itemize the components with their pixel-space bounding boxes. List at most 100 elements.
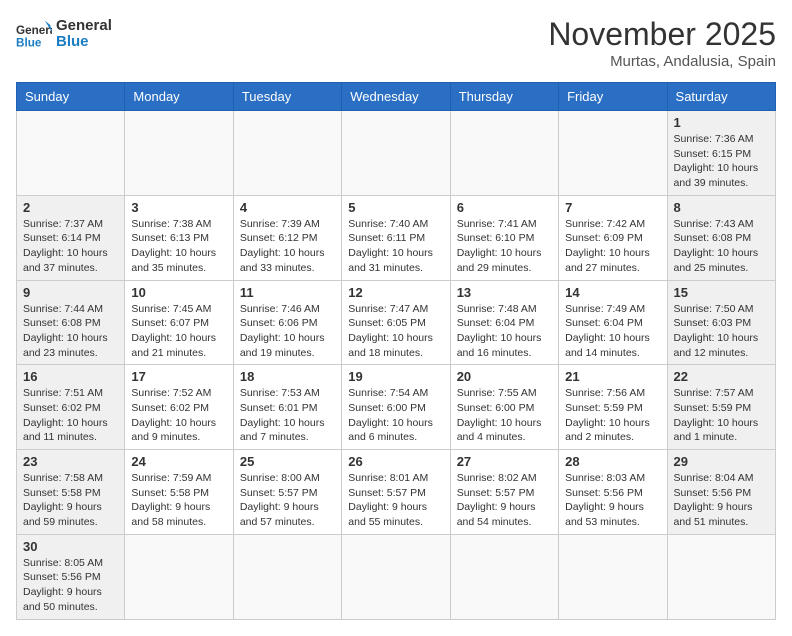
day-number: 18 bbox=[240, 369, 335, 384]
day-number: 10 bbox=[131, 285, 226, 300]
week-row-3: 9 Sunrise: 7:44 AM Sunset: 6:08 PM Daylig… bbox=[17, 280, 776, 365]
day-info: Sunrise: 7:38 AM Sunset: 6:13 PM Dayligh… bbox=[131, 217, 226, 276]
day-cell: 5 Sunrise: 7:40 AM Sunset: 6:11 PM Daylig… bbox=[342, 195, 450, 280]
weekday-header-tuesday: Tuesday bbox=[233, 83, 341, 111]
day-cell: 29 Sunrise: 8:04 AM Sunset: 5:56 PM Dayli… bbox=[667, 450, 775, 535]
day-number: 20 bbox=[457, 369, 552, 384]
day-number: 4 bbox=[240, 200, 335, 215]
day-info: Sunrise: 8:04 AM Sunset: 5:56 PM Dayligh… bbox=[674, 471, 769, 530]
day-cell: 26 Sunrise: 8:01 AM Sunset: 5:57 PM Dayli… bbox=[342, 450, 450, 535]
day-cell: 20Sunrise: 7:55 AM Sunset: 6:00 PM Dayli… bbox=[450, 365, 558, 450]
day-info: Sunrise: 7:48 AM Sunset: 6:04 PM Dayligh… bbox=[457, 302, 552, 361]
day-cell: 24 Sunrise: 7:59 AM Sunset: 5:58 PM Dayli… bbox=[125, 450, 233, 535]
week-row-2: 2 Sunrise: 7:37 AM Sunset: 6:14 PM Daylig… bbox=[17, 195, 776, 280]
day-info: Sunrise: 8:01 AM Sunset: 5:57 PM Dayligh… bbox=[348, 471, 443, 530]
day-number: 7 bbox=[565, 200, 660, 215]
day-info: Sunrise: 7:49 AM Sunset: 6:04 PM Dayligh… bbox=[565, 302, 660, 361]
week-row-1: 1 Sunrise: 7:36 AM Sunset: 6:15 PM Daylig… bbox=[17, 111, 776, 196]
day-info: Sunrise: 7:52 AM Sunset: 6:02 PM Dayligh… bbox=[131, 386, 226, 445]
day-number: 14 bbox=[565, 285, 660, 300]
logo-general-text: General bbox=[56, 18, 112, 35]
logo-blue-text: Blue bbox=[56, 34, 112, 51]
svg-text:Blue: Blue bbox=[16, 37, 42, 50]
weekday-header-thursday: Thursday bbox=[450, 83, 558, 111]
day-cell bbox=[233, 111, 341, 196]
week-row-4: 16Sunrise: 7:51 AM Sunset: 6:02 PM Dayli… bbox=[17, 365, 776, 450]
day-number: 12 bbox=[348, 285, 443, 300]
day-info: Sunrise: 7:53 AM Sunset: 6:01 PM Dayligh… bbox=[240, 386, 335, 445]
day-number: 17 bbox=[131, 369, 226, 384]
day-number: 26 bbox=[348, 454, 443, 469]
weekday-header-monday: Monday bbox=[125, 83, 233, 111]
day-info: Sunrise: 7:50 AM Sunset: 6:03 PM Dayligh… bbox=[674, 302, 769, 361]
weekday-header-sunday: Sunday bbox=[17, 83, 125, 111]
day-cell bbox=[125, 111, 233, 196]
day-info: Sunrise: 7:37 AM Sunset: 6:14 PM Dayligh… bbox=[23, 217, 118, 276]
day-number: 27 bbox=[457, 454, 552, 469]
day-cell: 16Sunrise: 7:51 AM Sunset: 6:02 PM Dayli… bbox=[17, 365, 125, 450]
day-number: 22 bbox=[674, 369, 769, 384]
day-cell: 6Sunrise: 7:41 AM Sunset: 6:10 PM Daylig… bbox=[450, 195, 558, 280]
day-cell bbox=[342, 534, 450, 619]
day-cell: 2 Sunrise: 7:37 AM Sunset: 6:14 PM Daylig… bbox=[17, 195, 125, 280]
day-cell: 27 Sunrise: 8:02 AM Sunset: 5:57 PM Dayli… bbox=[450, 450, 558, 535]
day-number: 29 bbox=[674, 454, 769, 469]
day-cell: 19 Sunrise: 7:54 AM Sunset: 6:00 PM Dayli… bbox=[342, 365, 450, 450]
day-number: 3 bbox=[131, 200, 226, 215]
title-area: November 2025 Murtas, Andalusia, Spain bbox=[548, 16, 776, 70]
day-number: 19 bbox=[348, 369, 443, 384]
day-info: Sunrise: 7:57 AM Sunset: 5:59 PM Dayligh… bbox=[674, 386, 769, 445]
day-cell: 10 Sunrise: 7:45 AM Sunset: 6:07 PM Dayli… bbox=[125, 280, 233, 365]
day-cell bbox=[342, 111, 450, 196]
day-number: 25 bbox=[240, 454, 335, 469]
day-info: Sunrise: 7:39 AM Sunset: 6:12 PM Dayligh… bbox=[240, 217, 335, 276]
day-number: 15 bbox=[674, 285, 769, 300]
day-cell: 25 Sunrise: 8:00 AM Sunset: 5:57 PM Dayli… bbox=[233, 450, 341, 535]
weekday-header-wednesday: Wednesday bbox=[342, 83, 450, 111]
day-number: 9 bbox=[23, 285, 118, 300]
day-cell bbox=[450, 111, 558, 196]
day-info: Sunrise: 7:42 AM Sunset: 6:09 PM Dayligh… bbox=[565, 217, 660, 276]
day-cell: 14 Sunrise: 7:49 AM Sunset: 6:04 PM Dayli… bbox=[559, 280, 667, 365]
day-info: Sunrise: 7:59 AM Sunset: 5:58 PM Dayligh… bbox=[131, 471, 226, 530]
day-info: Sunrise: 7:40 AM Sunset: 6:11 PM Dayligh… bbox=[348, 217, 443, 276]
day-cell: 30Sunrise: 8:05 AM Sunset: 5:56 PM Dayli… bbox=[17, 534, 125, 619]
day-number: 11 bbox=[240, 285, 335, 300]
logo: General Blue General Blue bbox=[16, 16, 112, 52]
day-cell: 8Sunrise: 7:43 AM Sunset: 6:08 PM Daylig… bbox=[667, 195, 775, 280]
day-number: 5 bbox=[348, 200, 443, 215]
day-info: Sunrise: 7:56 AM Sunset: 5:59 PM Dayligh… bbox=[565, 386, 660, 445]
day-info: Sunrise: 7:44 AM Sunset: 6:08 PM Dayligh… bbox=[23, 302, 118, 361]
day-info: Sunrise: 7:46 AM Sunset: 6:06 PM Dayligh… bbox=[240, 302, 335, 361]
day-cell: 4 Sunrise: 7:39 AM Sunset: 6:12 PM Daylig… bbox=[233, 195, 341, 280]
week-row-6: 30Sunrise: 8:05 AM Sunset: 5:56 PM Dayli… bbox=[17, 534, 776, 619]
day-cell: 18 Sunrise: 7:53 AM Sunset: 6:01 PM Dayli… bbox=[233, 365, 341, 450]
week-row-5: 23Sunrise: 7:58 AM Sunset: 5:58 PM Dayli… bbox=[17, 450, 776, 535]
day-number: 2 bbox=[23, 200, 118, 215]
day-number: 24 bbox=[131, 454, 226, 469]
day-cell bbox=[667, 534, 775, 619]
day-cell: 23Sunrise: 7:58 AM Sunset: 5:58 PM Dayli… bbox=[17, 450, 125, 535]
day-info: Sunrise: 7:47 AM Sunset: 6:05 PM Dayligh… bbox=[348, 302, 443, 361]
day-cell bbox=[17, 111, 125, 196]
day-info: Sunrise: 8:02 AM Sunset: 5:57 PM Dayligh… bbox=[457, 471, 552, 530]
day-info: Sunrise: 7:45 AM Sunset: 6:07 PM Dayligh… bbox=[131, 302, 226, 361]
day-cell bbox=[559, 111, 667, 196]
day-info: Sunrise: 7:36 AM Sunset: 6:15 PM Dayligh… bbox=[674, 132, 769, 191]
day-number: 13 bbox=[457, 285, 552, 300]
day-info: Sunrise: 8:00 AM Sunset: 5:57 PM Dayligh… bbox=[240, 471, 335, 530]
calendar-table: SundayMondayTuesdayWednesdayThursdayFrid… bbox=[16, 82, 776, 620]
day-cell: 12 Sunrise: 7:47 AM Sunset: 6:05 PM Dayli… bbox=[342, 280, 450, 365]
day-cell: 17 Sunrise: 7:52 AM Sunset: 6:02 PM Dayli… bbox=[125, 365, 233, 450]
day-cell: 1 Sunrise: 7:36 AM Sunset: 6:15 PM Daylig… bbox=[667, 111, 775, 196]
day-cell: 3 Sunrise: 7:38 AM Sunset: 6:13 PM Daylig… bbox=[125, 195, 233, 280]
weekday-header-friday: Friday bbox=[559, 83, 667, 111]
page-header: General Blue General Blue November 2025 … bbox=[16, 16, 776, 70]
day-number: 30 bbox=[23, 539, 118, 554]
day-number: 1 bbox=[674, 115, 769, 130]
day-info: Sunrise: 7:54 AM Sunset: 6:00 PM Dayligh… bbox=[348, 386, 443, 445]
location-subtitle: Murtas, Andalusia, Spain bbox=[548, 53, 776, 70]
day-info: Sunrise: 7:51 AM Sunset: 6:02 PM Dayligh… bbox=[23, 386, 118, 445]
day-cell: 9 Sunrise: 7:44 AM Sunset: 6:08 PM Daylig… bbox=[17, 280, 125, 365]
day-number: 21 bbox=[565, 369, 660, 384]
